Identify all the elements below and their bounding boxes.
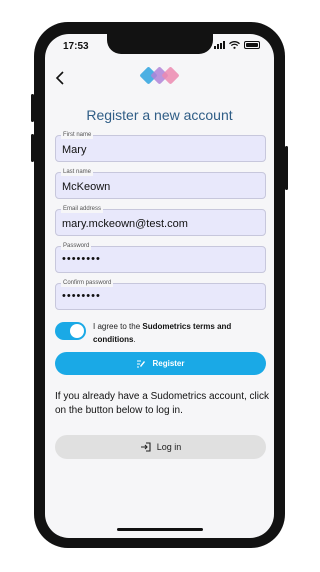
login-info-text: If you already have a Sudometrics accoun… — [55, 391, 269, 416]
password-label: Password — [61, 242, 92, 250]
status-bar: 17:53 — [45, 34, 274, 60]
wifi-icon — [229, 41, 240, 49]
register-button[interactable]: Register — [55, 352, 266, 375]
confirm-password-label: Confirm password — [61, 279, 114, 287]
home-indicator — [117, 528, 203, 531]
chevron-left-icon — [55, 71, 64, 85]
phone-side-button — [285, 146, 288, 190]
email-label: Email address — [61, 205, 104, 213]
terms-suffix: . — [133, 335, 136, 344]
app-logo — [140, 67, 179, 84]
terms-toggle[interactable] — [55, 322, 86, 340]
battery-icon — [244, 41, 260, 49]
password-value: •••••••• — [62, 253, 101, 265]
confirm-password-value: •••••••• — [62, 290, 101, 302]
toggle-knob — [70, 324, 84, 338]
last-name-value: McKeown — [62, 181, 111, 193]
terms-prefix: I agree to the — [93, 322, 143, 331]
app-screen: 17:53 Register a new account First name … — [45, 34, 274, 538]
phone-side-button — [31, 94, 34, 122]
last-name-field[interactable]: Last name McKeown — [55, 168, 266, 199]
signal-icon — [214, 41, 225, 49]
first-name-value: Mary — [62, 144, 87, 156]
form-edit-icon — [137, 359, 146, 368]
register-label: Register — [152, 359, 185, 368]
page-title: Register a new account — [86, 107, 233, 123]
terms-text: I agree to the Sudometrics terms and con… — [93, 320, 263, 346]
phone-side-button — [31, 134, 34, 162]
email-field[interactable]: Email address mary.mckeown@test.com — [55, 205, 266, 236]
first-name-field[interactable]: First name Mary — [55, 131, 266, 162]
status-time: 17:53 — [63, 41, 89, 52]
back-button[interactable] — [55, 70, 65, 88]
confirm-password-field[interactable]: Confirm password •••••••• — [55, 279, 266, 310]
status-icons — [214, 41, 260, 49]
login-label: Log in — [156, 442, 182, 452]
last-name-label: Last name — [61, 168, 94, 176]
login-icon — [140, 442, 151, 452]
login-button[interactable]: Log in — [55, 435, 266, 459]
password-field[interactable]: Password •••••••• — [55, 242, 266, 273]
email-value: mary.mckeown@test.com — [62, 218, 188, 230]
first-name-label: First name — [61, 131, 94, 139]
